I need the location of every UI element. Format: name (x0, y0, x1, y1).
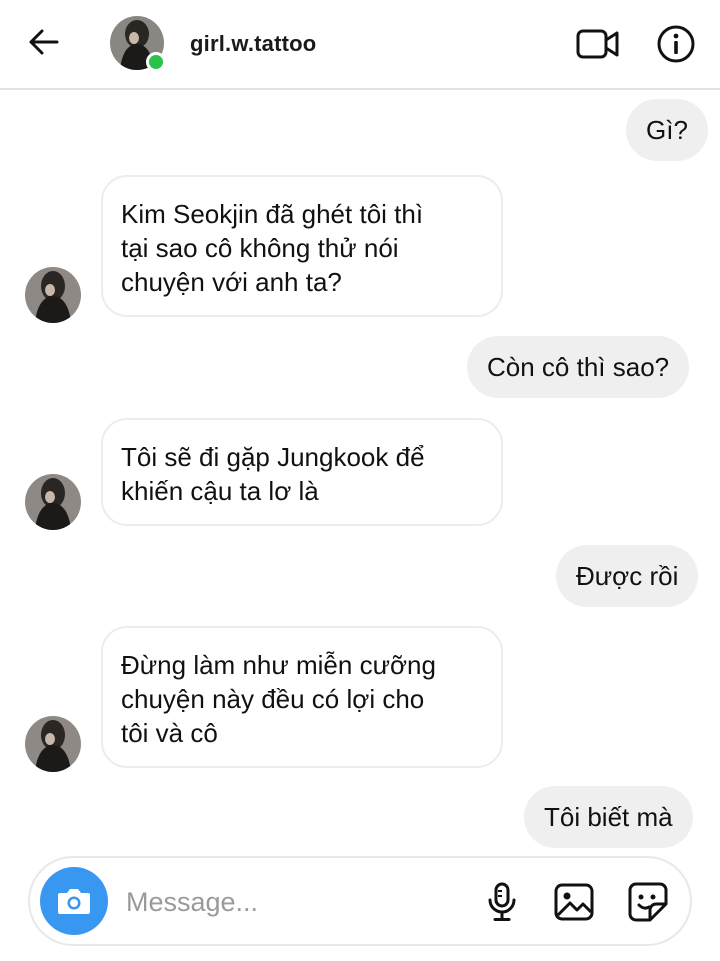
info-icon (657, 25, 695, 63)
video-call-button[interactable] (574, 22, 622, 66)
sent-message-bubble[interactable]: Còn cô thì sao? (467, 336, 690, 398)
info-button[interactable] (652, 20, 700, 68)
received-message-bubble[interactable]: Đừng làm như miễn cưỡng chuyện này đều c… (101, 626, 503, 768)
avatar (25, 716, 81, 772)
online-status-dot (146, 52, 166, 72)
sticker-icon (628, 882, 668, 922)
message-composer (28, 856, 692, 946)
camera-icon (58, 889, 90, 914)
image-icon (554, 883, 594, 921)
sent-message-bubble[interactable]: Gì? (626, 99, 708, 161)
arrow-left-icon (29, 29, 59, 55)
voice-message-button[interactable] (478, 878, 526, 926)
sent-message-bubble[interactable]: Tôi biết mà (524, 786, 693, 848)
chat-username[interactable]: girl.w.tattoo (190, 31, 316, 57)
received-message-bubble[interactable]: Tôi sẽ đi gặp Jungkook để khiến cậu ta l… (101, 418, 503, 526)
avatar (25, 474, 81, 530)
received-message-bubble[interactable]: Kim Seokjin đã ghét tôi thì tại sao cô k… (101, 175, 503, 317)
profile-avatar[interactable] (110, 16, 166, 72)
message-input[interactable] (126, 880, 456, 924)
video-camera-icon (576, 29, 619, 59)
chat-header: girl.w.tattoo (0, 0, 720, 90)
sticker-button[interactable] (624, 878, 672, 926)
microphone-icon (488, 882, 516, 921)
camera-button[interactable] (40, 867, 108, 935)
back-button[interactable] (24, 22, 64, 62)
gallery-button[interactable] (550, 878, 598, 926)
avatar (25, 267, 81, 323)
sent-message-bubble[interactable]: Được rồi (556, 545, 699, 607)
